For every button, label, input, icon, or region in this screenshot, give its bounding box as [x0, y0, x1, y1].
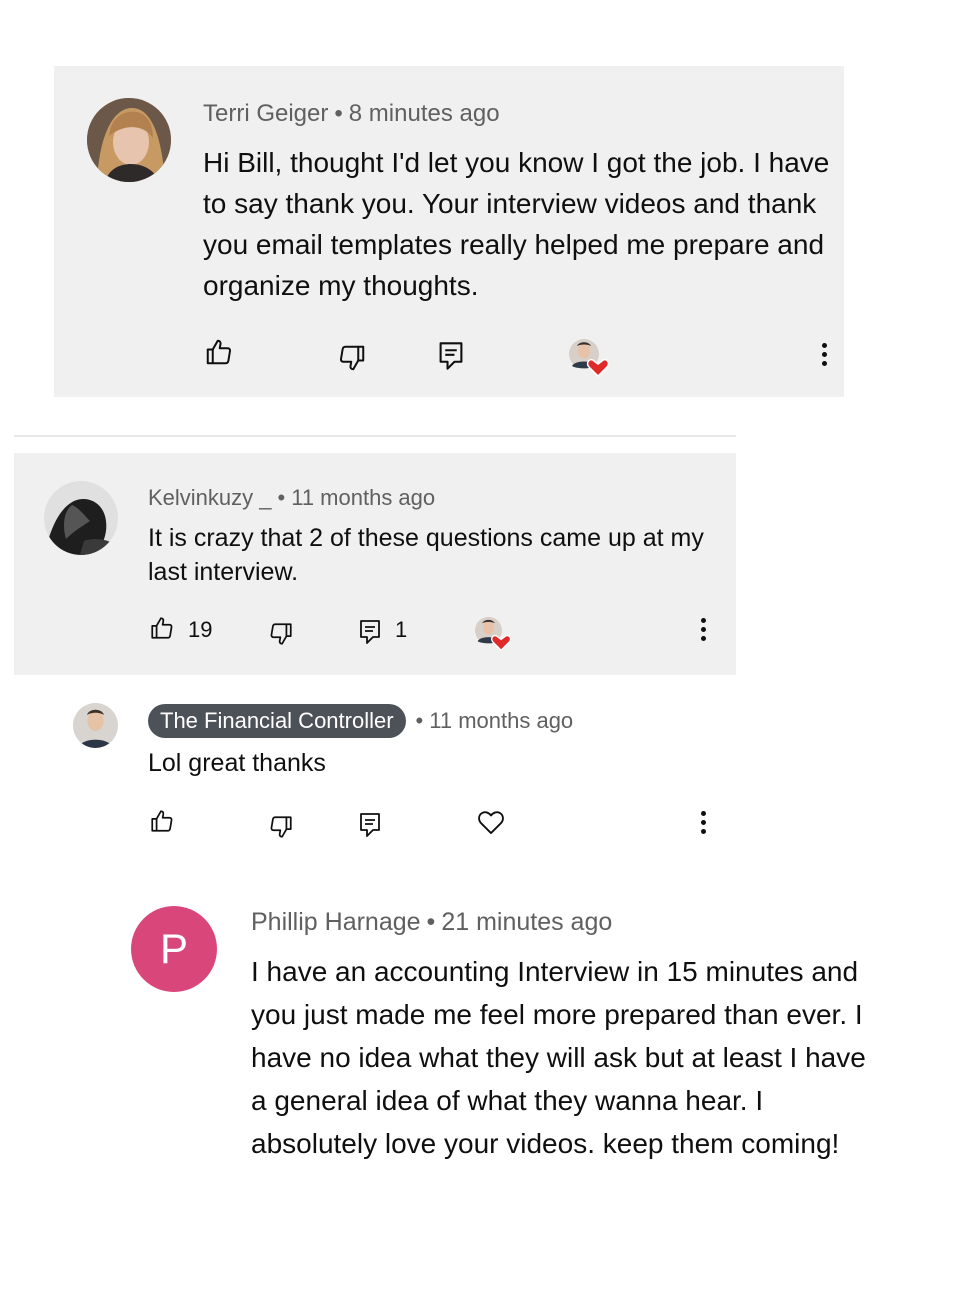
comment-text: I have an accounting Interview in 15 min…	[251, 956, 866, 1159]
comment-text: Lol great thanks	[148, 749, 326, 777]
avatar[interactable]	[73, 703, 118, 748]
user-photo-icon	[73, 703, 118, 748]
reply-count[interactable]: 1	[395, 617, 407, 643]
heart-icon[interactable]	[477, 809, 505, 835]
avatar-letter: P	[159, 925, 188, 972]
like-count: 19	[188, 617, 213, 642]
timestamp[interactable]: 8 minutes ago	[349, 100, 500, 127]
separator-dot: •	[415, 708, 424, 733]
author-name[interactable]: Kelvinkuzy _	[148, 485, 272, 510]
separator-dot: •	[334, 100, 343, 127]
comment-meta: The Financial Controller • 11 months ago	[148, 704, 573, 738]
thumbs-up-icon[interactable]	[204, 337, 234, 367]
comment-text: It is crazy that 2 of these questions ca…	[148, 524, 704, 586]
separator-dot: •	[426, 908, 436, 936]
user-photo-icon	[87, 98, 171, 182]
thumbs-up-icon[interactable]	[149, 808, 175, 834]
author-name[interactable]: Terri Geiger	[203, 100, 328, 127]
user-photo-icon	[44, 481, 118, 555]
comment-meta: Phillip Harnage • 21 minutes ago	[251, 908, 612, 937]
reply-icon[interactable]	[359, 812, 381, 838]
creator-heart-icon[interactable]	[568, 338, 610, 378]
thumbs-up-icon[interactable]	[149, 615, 175, 641]
timestamp[interactable]: 21 minutes ago	[441, 908, 612, 936]
creator-heart-icon[interactable]	[474, 616, 512, 652]
avatar[interactable]	[44, 481, 118, 555]
thumbs-down-icon[interactable]	[268, 621, 294, 647]
more-vert-icon[interactable]	[818, 343, 830, 369]
thumbs-down-icon[interactable]	[337, 343, 367, 373]
timestamp[interactable]: 11 months ago	[291, 485, 435, 510]
comment-card: Kelvinkuzy _ • 11 months ago It is crazy t…	[14, 453, 736, 675]
more-vert-icon[interactable]	[697, 618, 709, 644]
author-name[interactable]: Phillip Harnage	[251, 908, 421, 936]
reply-icon[interactable]	[359, 619, 381, 645]
timestamp[interactable]: 11 months ago	[429, 708, 573, 733]
more-vert-icon[interactable]	[697, 811, 709, 837]
thumbs-down-icon[interactable]	[268, 814, 294, 840]
avatar[interactable]	[87, 98, 171, 182]
reply-icon[interactable]	[438, 341, 464, 371]
avatar[interactable]: P	[131, 906, 217, 992]
creator-badge[interactable]: The Financial Controller	[148, 704, 406, 738]
separator-dot: •	[277, 485, 286, 510]
comment-text: Hi Bill, thought I'd let you know I got …	[203, 147, 830, 301]
comment-meta: Terri Geiger • 8 minutes ago	[203, 100, 500, 128]
divider	[14, 435, 736, 437]
comment-card: Terri Geiger • 8 minutes ago Hi Bill, thou…	[54, 66, 844, 397]
comment-meta: Kelvinkuzy _ • 11 months ago	[148, 485, 435, 511]
